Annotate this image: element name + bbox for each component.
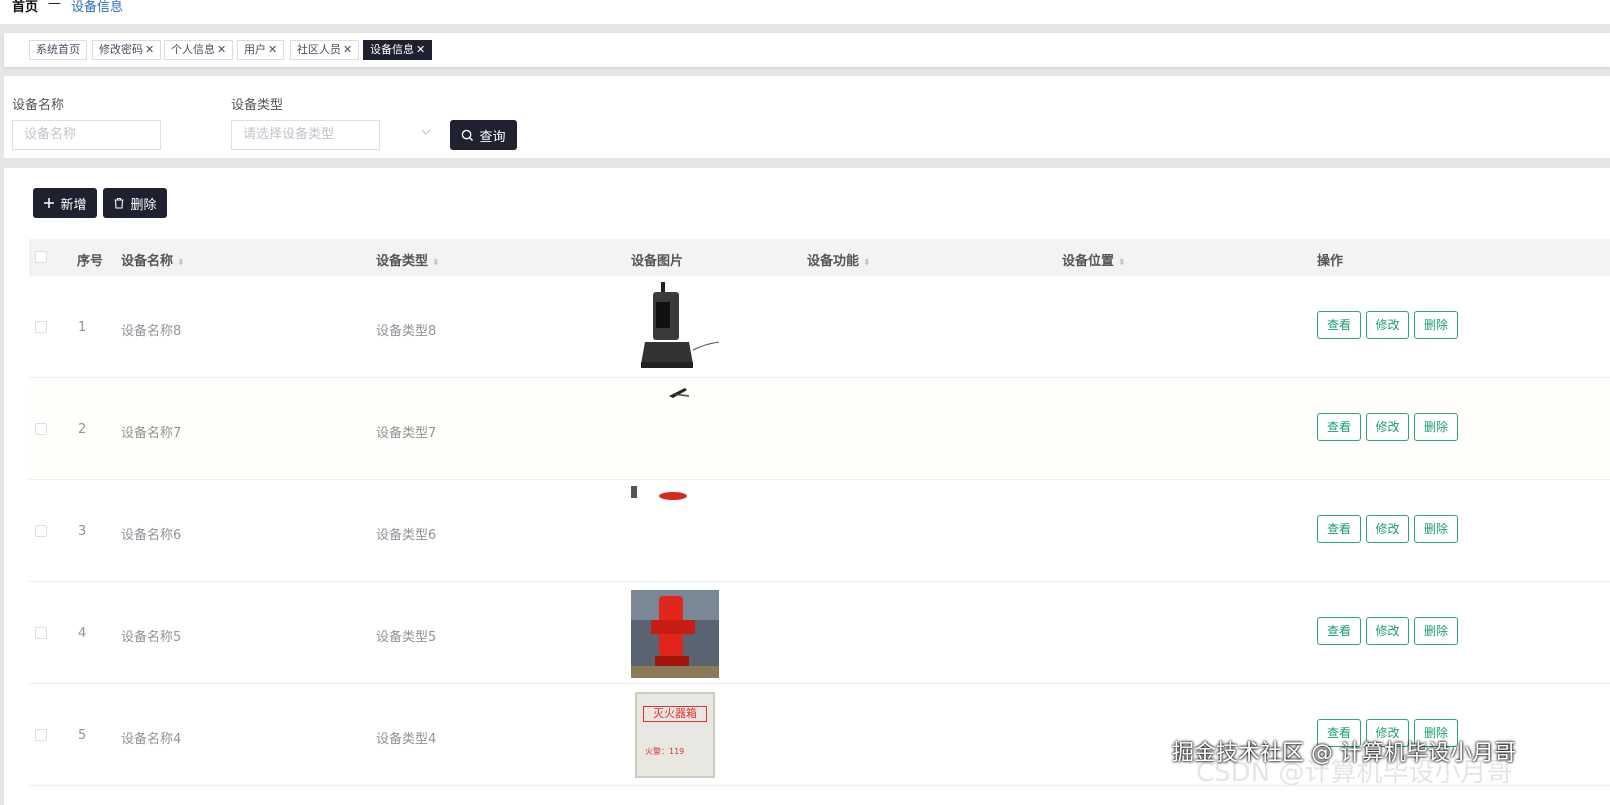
row-device-name: 设备名称7 (121, 426, 182, 441)
device-name-label: 设备名称 (12, 98, 65, 113)
column-device-type[interactable]: 设备类型 ⬍ (376, 250, 440, 269)
row-checkbox[interactable] (35, 525, 47, 537)
edit-button[interactable]: 修改 (1366, 617, 1409, 645)
tag-community-staff[interactable]: 社区人员 ✕ (290, 40, 360, 60)
red-device-photo[interactable] (631, 484, 719, 576)
sort-icon[interactable]: ⬍ (1118, 258, 1126, 268)
delete-button[interactable]: 删除 (1414, 617, 1458, 645)
search-form: 设备名称 设备名称 设备类型 请选择设备类型 查询 (4, 76, 1610, 158)
sort-icon[interactable]: ⬍ (177, 258, 185, 268)
plus-icon (44, 198, 55, 208)
fire-pump-photo[interactable] (631, 586, 719, 678)
close-icon[interactable]: ✕ (217, 43, 226, 56)
edit-button[interactable]: 修改 (1366, 311, 1409, 339)
row-device-name: 设备名称6 (121, 528, 182, 543)
row-index: 5 (78, 728, 87, 743)
row-index: 2 (78, 422, 87, 437)
sort-icon[interactable]: ⬍ (863, 258, 871, 268)
watermark: 掘金技术社区 @ 计算机毕设小月哥 (1172, 741, 1516, 766)
column-device-location[interactable]: 设备位置 ⬍ (1062, 250, 1126, 269)
device-type-select[interactable]: 请选择设备类型 (231, 120, 380, 150)
row-device-type: 设备类型7 (376, 426, 437, 441)
table-row: 4 设备名称5 设备类型5 查看 修改 删除 (29, 582, 1610, 684)
tool-photo[interactable] (631, 382, 719, 474)
row-checkbox[interactable] (35, 321, 47, 333)
row-device-name: 设备名称4 (121, 732, 182, 747)
cabinet-alarm-text: 火警：119 (645, 747, 685, 756)
tag-personal-info[interactable]: 个人信息 ✕ (164, 40, 234, 60)
cabinet-label: 灭火器箱 (643, 706, 707, 722)
close-icon[interactable]: ✕ (343, 43, 352, 56)
walkie-talkie-photo[interactable] (631, 280, 719, 372)
column-device-name[interactable]: 设备名称 ⬍ (121, 250, 185, 269)
breadcrumb: 首页 — 设备信息 (0, 0, 1610, 24)
view-button[interactable]: 查看 (1317, 617, 1361, 645)
tags-view-bar: 系统首页 修改密码 ✕ 个人信息 ✕ 用户 ✕ 社区人员 ✕ 设备信息 ✕ (4, 33, 1610, 67)
column-device-function[interactable]: 设备功能 ⬍ (807, 250, 871, 269)
table-row: 3 设备名称6 设备类型6 查看 修改 删除 (29, 480, 1610, 582)
table-header: 序号 设备名称 ⬍ 设备类型 ⬍ 设备图片 设备功能 ⬍ 设备位置 ⬍ 操作 (29, 239, 1610, 276)
row-checkbox[interactable] (35, 627, 47, 639)
tag-home[interactable]: 系统首页 (29, 40, 87, 60)
select-all-checkbox[interactable] (35, 251, 47, 263)
tag-users[interactable]: 用户 ✕ (237, 40, 285, 60)
table-row: 1 设备名称8 设备类型8 查看 修改 删除 (29, 276, 1610, 378)
edit-button[interactable]: 修改 (1366, 515, 1409, 543)
query-button[interactable]: 查询 (450, 120, 517, 150)
row-checkbox[interactable] (35, 423, 47, 435)
view-button[interactable]: 查看 (1317, 515, 1361, 543)
edit-button[interactable]: 修改 (1366, 413, 1409, 441)
row-index: 3 (78, 524, 87, 539)
breadcrumb-current: 设备信息 (71, 0, 124, 15)
table-row: 2 设备名称7 设备类型7 查看 修改 删除 (29, 378, 1610, 480)
column-device-image: 设备图片 (631, 254, 684, 269)
delete-button[interactable]: 删除 (1414, 413, 1458, 441)
breadcrumb-home[interactable]: 首页 (12, 0, 38, 15)
view-button[interactable]: 查看 (1317, 311, 1361, 339)
search-icon (462, 129, 474, 141)
device-type-label: 设备类型 (231, 98, 284, 113)
view-button[interactable]: 查看 (1317, 413, 1361, 441)
row-device-type: 设备类型4 (376, 732, 437, 747)
close-icon[interactable]: ✕ (416, 43, 425, 56)
column-index: 序号 (77, 254, 104, 269)
batch-delete-button[interactable]: 删除 (103, 188, 167, 218)
row-device-name: 设备名称8 (121, 324, 182, 339)
tag-device-info[interactable]: 设备信息 ✕ (363, 40, 433, 60)
close-icon[interactable]: ✕ (268, 43, 277, 56)
fire-extinguisher-cabinet-photo[interactable]: 灭火器箱 火警：119 (631, 688, 719, 780)
tag-change-password[interactable]: 修改密码 ✕ (92, 40, 162, 60)
device-name-input[interactable]: 设备名称 (12, 120, 161, 150)
row-index: 1 (78, 320, 87, 335)
add-button[interactable]: 新增 (33, 188, 97, 218)
row-device-type: 设备类型6 (376, 528, 437, 543)
row-checkbox[interactable] (35, 729, 47, 741)
device-table-card: 新增 删除 序号 设备名称 ⬍ 设备类型 ⬍ 设备图片 设备功能 ⬍ 设备位置 ⬍ 操作… (4, 168, 1610, 805)
row-index: 4 (78, 626, 87, 641)
sort-icon[interactable]: ⬍ (432, 258, 440, 268)
delete-button[interactable]: 删除 (1414, 515, 1458, 543)
column-actions: 操作 (1317, 254, 1344, 269)
trash-icon (114, 197, 124, 209)
row-device-type: 设备类型5 (376, 630, 437, 645)
delete-button[interactable]: 删除 (1414, 311, 1458, 339)
chevron-down-icon[interactable] (420, 126, 432, 141)
row-device-name: 设备名称5 (121, 630, 182, 645)
breadcrumb-separator: — (48, 0, 62, 11)
close-icon[interactable]: ✕ (145, 43, 154, 56)
row-device-type: 设备类型8 (376, 324, 437, 339)
